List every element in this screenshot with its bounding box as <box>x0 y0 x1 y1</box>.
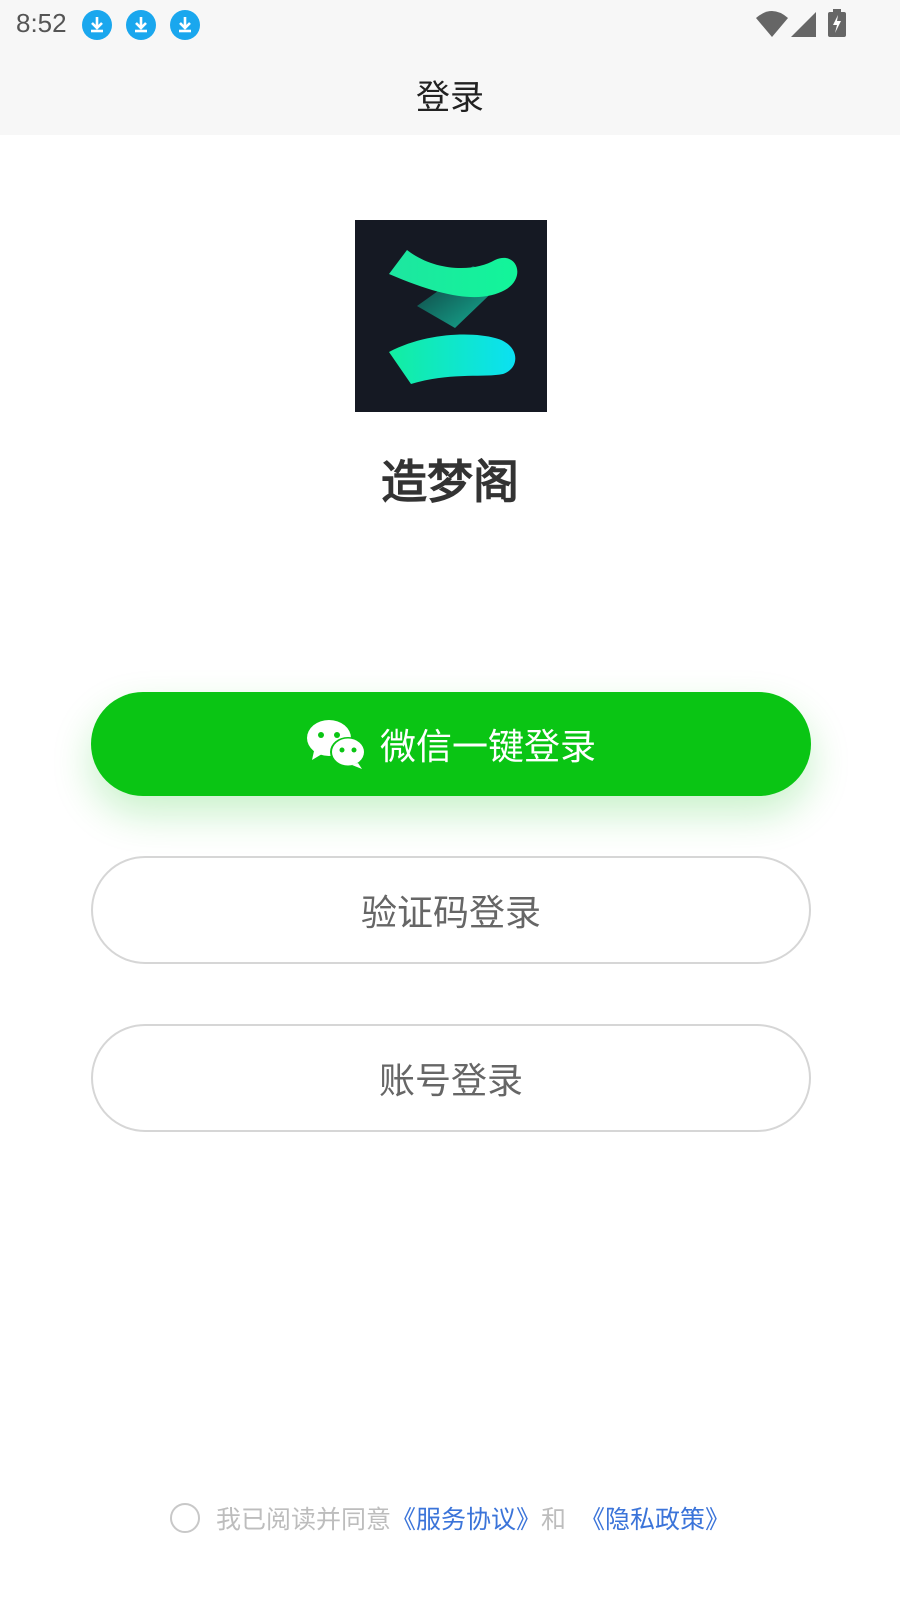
privacy-policy-link[interactable]: 《隐私政策》 <box>580 1500 730 1536</box>
app-logo <box>355 220 547 412</box>
sms-code-login-label: 验证码登录 <box>360 893 541 934</box>
agreement-row: 我已阅读并同意 《服务协议》 和 《隐私政策》 <box>0 1500 900 1536</box>
wechat-icon <box>306 720 366 769</box>
status-time: 8:52 <box>16 8 67 38</box>
account-login-button[interactable]: 账号登录 <box>91 1024 811 1132</box>
z-logo-icon <box>389 250 518 384</box>
sms-code-login-button[interactable]: 验证码登录 <box>91 856 811 964</box>
download-icon <box>126 10 156 40</box>
status-bar: 8:52 <box>0 0 900 48</box>
agreement-checkbox[interactable] <box>169 1503 200 1533</box>
app-name: 造梦阁 <box>381 455 519 509</box>
wechat-login-label: 微信一键登录 <box>379 727 596 768</box>
signal-icon <box>790 10 816 42</box>
download-icon <box>170 10 200 40</box>
agreement-prefix: 我已阅读并同意 <box>215 1505 391 1534</box>
nav-bar: 登录 <box>0 48 900 135</box>
service-agreement-link[interactable]: 《服务协议》 <box>391 1500 541 1536</box>
agreement-joiner: 和 <box>541 1505 567 1534</box>
page-title: 登录 <box>416 78 484 118</box>
download-icon <box>82 10 112 40</box>
wifi-icon <box>756 10 788 42</box>
battery-charging-icon <box>828 9 846 41</box>
wechat-login-button[interactable]: 微信一键登录 <box>91 692 811 796</box>
account-login-label: 账号登录 <box>378 1061 523 1102</box>
